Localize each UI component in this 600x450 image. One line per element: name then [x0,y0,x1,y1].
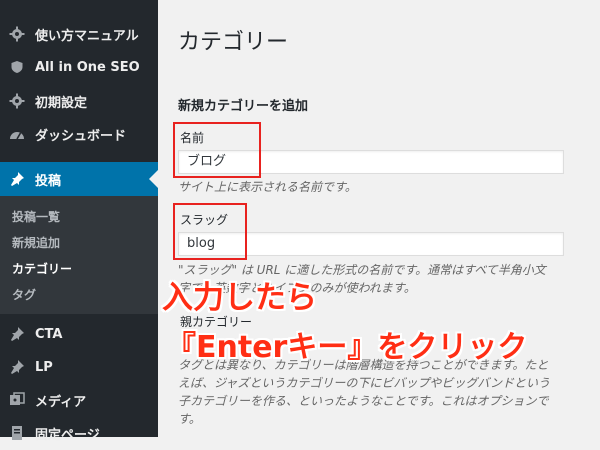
media-icon [8,391,26,409]
sidebar-item-label: 固定ページ [35,427,100,443]
sidebar-item-label: CTA [35,326,63,342]
parent-description-line4: す。 [178,412,201,426]
sidebar-item-label: 初期設定 [35,95,88,111]
sidebar-item-manual[interactable]: 使い方マニュアル [0,17,158,51]
sidebar-item-cta[interactable]: CTA [0,317,158,351]
dashboard-icon [8,125,26,143]
name-highlight-box [173,122,261,178]
sidebar-item-label: LP [35,359,53,375]
submenu-item-all-posts[interactable]: 投稿一覧 [12,208,60,225]
sidebar-item-pages[interactable]: 固定ページ [0,416,158,450]
add-category-heading: 新規カテゴリーを追加 [178,99,309,114]
parent-description-line2: えば、ジャズというカテゴリーの下にビバップやビッグバンドという [178,376,551,390]
pin-icon [8,325,26,343]
sidebar-item-all-in-one-seo[interactable]: All in One SEO [0,50,158,84]
page-icon [8,424,26,442]
slug-highlight-box [173,203,247,260]
sidebar-item-label: All in One SEO [35,59,140,75]
sidebar-item-label: メディア [35,394,87,410]
submenu-item-tags[interactable]: タグ [12,286,36,303]
sidebar-item-label: ダッシュボード [35,128,127,144]
main-content: カテゴリー 新規カテゴリーを追加 名前 ブログ サイト上に表示される名前です。 … [158,0,600,437]
sidebar-item-label: 投稿 [35,173,62,189]
admin-sidebar: 使い方マニュアル All in One SEO 初期設定 ダッシュボード 投稿 … [0,0,158,443]
sidebar-item-dashboard[interactable]: ダッシュボード [0,117,158,151]
sidebar-item-initial-settings[interactable]: 初期設定 [0,84,158,118]
submenu-item-add-new[interactable]: 新規追加 [12,234,60,251]
sidebar-item-label: 使い方マニュアル [35,28,139,44]
gear-icon [8,25,26,43]
sidebar-item-media[interactable]: メディア [0,383,158,417]
shield-icon [8,58,26,76]
annotation-line1: 入力したら [162,280,317,316]
parent-description-line3: 子カテゴリーを作る、といったようなことです。これはオプションで [178,394,549,408]
annotation-line2: 『Enterキー』をクリック [166,330,528,365]
submenu-item-categories[interactable]: カテゴリー [12,260,72,277]
page-title: カテゴリー [178,30,289,55]
posts-submenu: 投稿一覧 新規追加 カテゴリー タグ [0,196,158,314]
pin-icon [8,170,26,188]
sidebar-item-posts[interactable]: 投稿 [0,162,158,196]
gear-icon [8,92,26,110]
sidebar-item-lp[interactable]: LP [0,350,158,384]
name-description: サイト上に表示される名前です。 [178,180,357,194]
pin-icon [8,358,26,376]
